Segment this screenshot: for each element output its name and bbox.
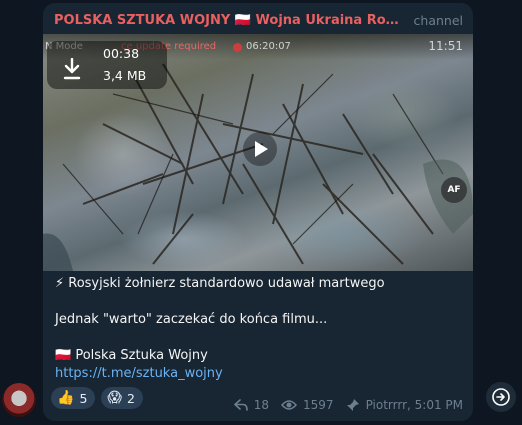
channel-avatar[interactable] [2,383,36,417]
share-count: 18 [253,398,270,412]
message-text-line: 🇵🇱 Polska Sztuka Wojny [55,348,208,363]
message-bubble: POLSKA SZTUKA WOJNY 🇵🇱 Wojna Ukraina Ros… [43,3,473,421]
video-duration: 00:38 [103,46,140,61]
video-info-chip[interactable]: 00:38 3,4 MB [47,41,167,89]
reaction-count: 2 [127,390,135,406]
scream-face-icon: 😱 [107,390,122,406]
video-size: 3,4 MB [103,68,147,83]
message-text-line: ⚡ Rosyjski żołnierz standardowo udawał m… [55,276,385,291]
download-icon[interactable] [63,58,81,80]
views-icon [281,400,298,410]
thumbs-up-icon: 👍 [57,390,75,406]
play-icon [255,141,268,157]
share-button[interactable] [486,382,516,412]
view-count: 1597 [303,398,334,412]
channel-link[interactable]: https://t.me/sztuka_wojny [55,366,223,381]
video-badge: AF [441,177,467,203]
message-text-line: Jednak "warto" zaczekać do końca filmu..… [55,312,328,327]
author-and-time: Piotrrrr, 5:01 PM [365,398,463,412]
hud-status-text: 11:51 [428,39,463,53]
video-preview[interactable]: N Mode ce update required 06:20:07 11:51… [43,34,473,271]
message-meta: 18 1597 Piotrrrr, 5:01 PM [233,398,463,412]
reaction-count: 5 [79,390,88,406]
play-button[interactable] [243,132,277,166]
channel-name[interactable]: POLSKA SZTUKA WOJNY 🇵🇱 Wojna Ukraina Ros… [54,13,402,28]
message-header: POLSKA SZTUKA WOJNY 🇵🇱 Wojna Ukraina Ros… [54,11,463,29]
reaction-thumbs-up[interactable]: 👍 5 [51,387,96,409]
reactions-bar: 👍 5 😱 2 [51,387,143,409]
forward-icon [233,399,248,411]
share-arrow-icon [492,388,510,406]
reaction-scream[interactable]: 😱 2 [101,387,143,409]
hud-record-icon [233,43,242,52]
channel-tag: channel [413,12,463,28]
pin-icon [346,399,359,411]
hud-clock: 06:20:07 [246,41,291,52]
